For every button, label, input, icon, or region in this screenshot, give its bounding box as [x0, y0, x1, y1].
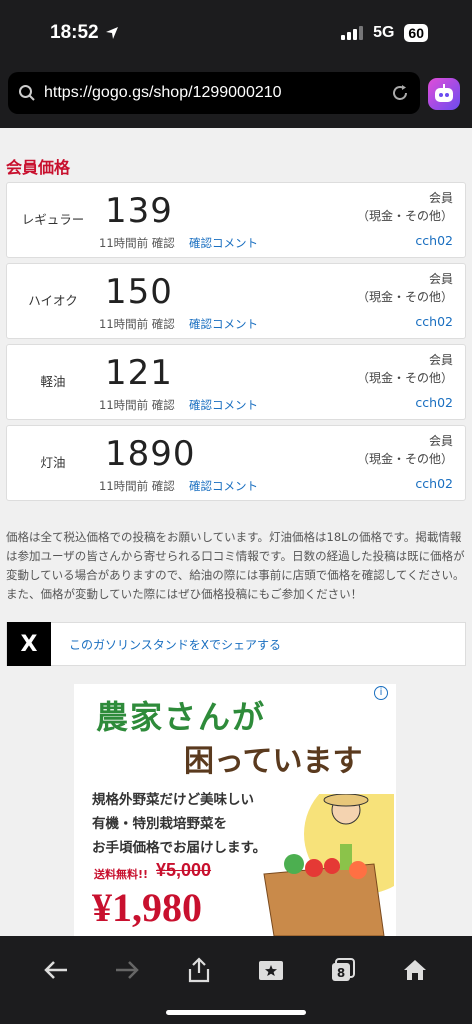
back-arrow-icon	[44, 961, 67, 979]
ad-headline-2: 困っています	[184, 744, 363, 779]
payment-type: （現金・その他）	[356, 290, 453, 304]
ad-line-3: お手頃価格でお届けします。	[92, 840, 267, 856]
section-title: 会員価格	[6, 158, 71, 177]
member-label: 会員	[428, 191, 453, 205]
x-logo-icon: X	[7, 622, 51, 666]
svg-text:8: 8	[337, 966, 345, 980]
confirmed-time: 11時間前 確認	[99, 236, 175, 250]
home-indicator	[166, 1010, 306, 1015]
member-label: 会員	[428, 353, 453, 367]
clock-text: 18:52	[50, 22, 99, 43]
battery-icon: 60	[404, 24, 428, 42]
bookmarks-button[interactable]	[251, 950, 291, 990]
price-card-regular: レギュラー 139 11時間前 確認 確認コメント 会員 （現金・その他） cc…	[6, 182, 466, 258]
url-text: https://gogo.gs/shop/1299000210	[44, 84, 282, 101]
price-card-kerosene: 灯油 1890 11時間前 確認 確認コメント 会員 （現金・その他） cch0…	[6, 425, 466, 501]
member-label: 会員	[428, 272, 453, 286]
ad-line-2: 有機・特別栽培野菜を	[92, 816, 227, 832]
reload-icon[interactable]	[390, 83, 410, 103]
price-notice: 価格は全て税込価格での投稿をお願いしています。灯油価格は18Lの価格です。掲載情…	[6, 530, 465, 601]
fuel-label: レギュラー	[21, 212, 85, 227]
advertisement-banner[interactable]: i 農家さんが 困っています 規格外野菜だけど美味しい 有機・特別栽培野菜を お…	[74, 684, 396, 936]
vegetable-box-illustration	[263, 794, 394, 936]
location-arrow-icon	[105, 27, 118, 39]
tabs-button[interactable]: 8	[323, 950, 363, 990]
payment-type: （現金・その他）	[356, 209, 453, 223]
confirmed-time: 11時間前 確認	[99, 398, 175, 412]
fuel-label: ハイオク	[28, 293, 78, 308]
confirmed-time: 11時間前 確認	[99, 479, 175, 493]
status-time: 18:52	[50, 22, 119, 44]
user-link[interactable]: cch02	[415, 314, 453, 329]
confirm-comment-link[interactable]: 確認コメント	[189, 235, 258, 251]
confirm-comment-link[interactable]: 確認コメント	[189, 316, 258, 332]
fuel-price: 139	[105, 191, 173, 231]
share-text: このガソリンスタンドをXでシェアする	[69, 637, 281, 652]
home-icon	[404, 960, 426, 980]
fuel-label: 灯油	[40, 455, 66, 470]
payment-type: （現金・その他）	[356, 452, 453, 466]
confirmed-time: 11時間前 確認	[99, 317, 175, 331]
fuel-price: 1890	[105, 434, 196, 474]
ad-info-icon[interactable]: i	[374, 686, 388, 700]
member-label: 会員	[428, 434, 453, 448]
signal-icon	[341, 26, 364, 40]
status-indicators: 5G 60	[341, 24, 428, 42]
bookmark-star-icon	[259, 961, 283, 980]
address-bar[interactable]: https://gogo.gs/shop/1299000210	[8, 72, 420, 114]
home-button[interactable]	[395, 950, 435, 990]
user-link[interactable]: cch02	[415, 395, 453, 410]
user-link[interactable]: cch02	[415, 233, 453, 248]
search-icon	[19, 85, 35, 101]
ad-price: ¥1,980	[92, 885, 202, 930]
user-link[interactable]: cch02	[415, 476, 453, 491]
ad-headline-1: 農家さんが	[96, 698, 267, 736]
ad-old-price: ¥5,000	[156, 860, 212, 880]
ad-line-1: 規格外野菜だけど美味しい	[92, 792, 254, 808]
assistant-bot-icon[interactable]	[428, 78, 460, 110]
price-card-high-octane: ハイオク 150 11時間前 確認 確認コメント 会員 （現金・その他） cch…	[6, 263, 466, 339]
fuel-price: 150	[105, 272, 173, 312]
page-content: 会員価格 レギュラー 139 11時間前 確認 確認コメント 会員 （現金・その…	[0, 128, 472, 936]
fuel-price: 121	[105, 353, 173, 393]
fuel-label: 軽油	[40, 374, 66, 389]
payment-type: （現金・その他）	[356, 371, 453, 385]
share-button[interactable]	[179, 950, 219, 990]
share-icon	[188, 957, 210, 983]
forward-arrow-icon	[116, 961, 139, 979]
confirm-comment-link[interactable]: 確認コメント	[189, 478, 258, 494]
share-on-x-button[interactable]: X このガソリンスタンドをXでシェアする	[6, 622, 466, 666]
tabs-icon: 8	[332, 958, 355, 981]
confirm-comment-link[interactable]: 確認コメント	[189, 397, 258, 413]
network-type: 5G	[373, 24, 395, 41]
price-card-diesel: 軽油 121 11時間前 確認 確認コメント 会員 （現金・その他） cch02	[6, 344, 466, 420]
ad-shipping: 送料無料!!	[94, 868, 149, 881]
back-button[interactable]	[36, 950, 76, 990]
status-and-url-bar: 18:52 5G 60 https://gogo.gs/shop/1299000…	[0, 0, 472, 128]
forward-button[interactable]	[107, 950, 147, 990]
